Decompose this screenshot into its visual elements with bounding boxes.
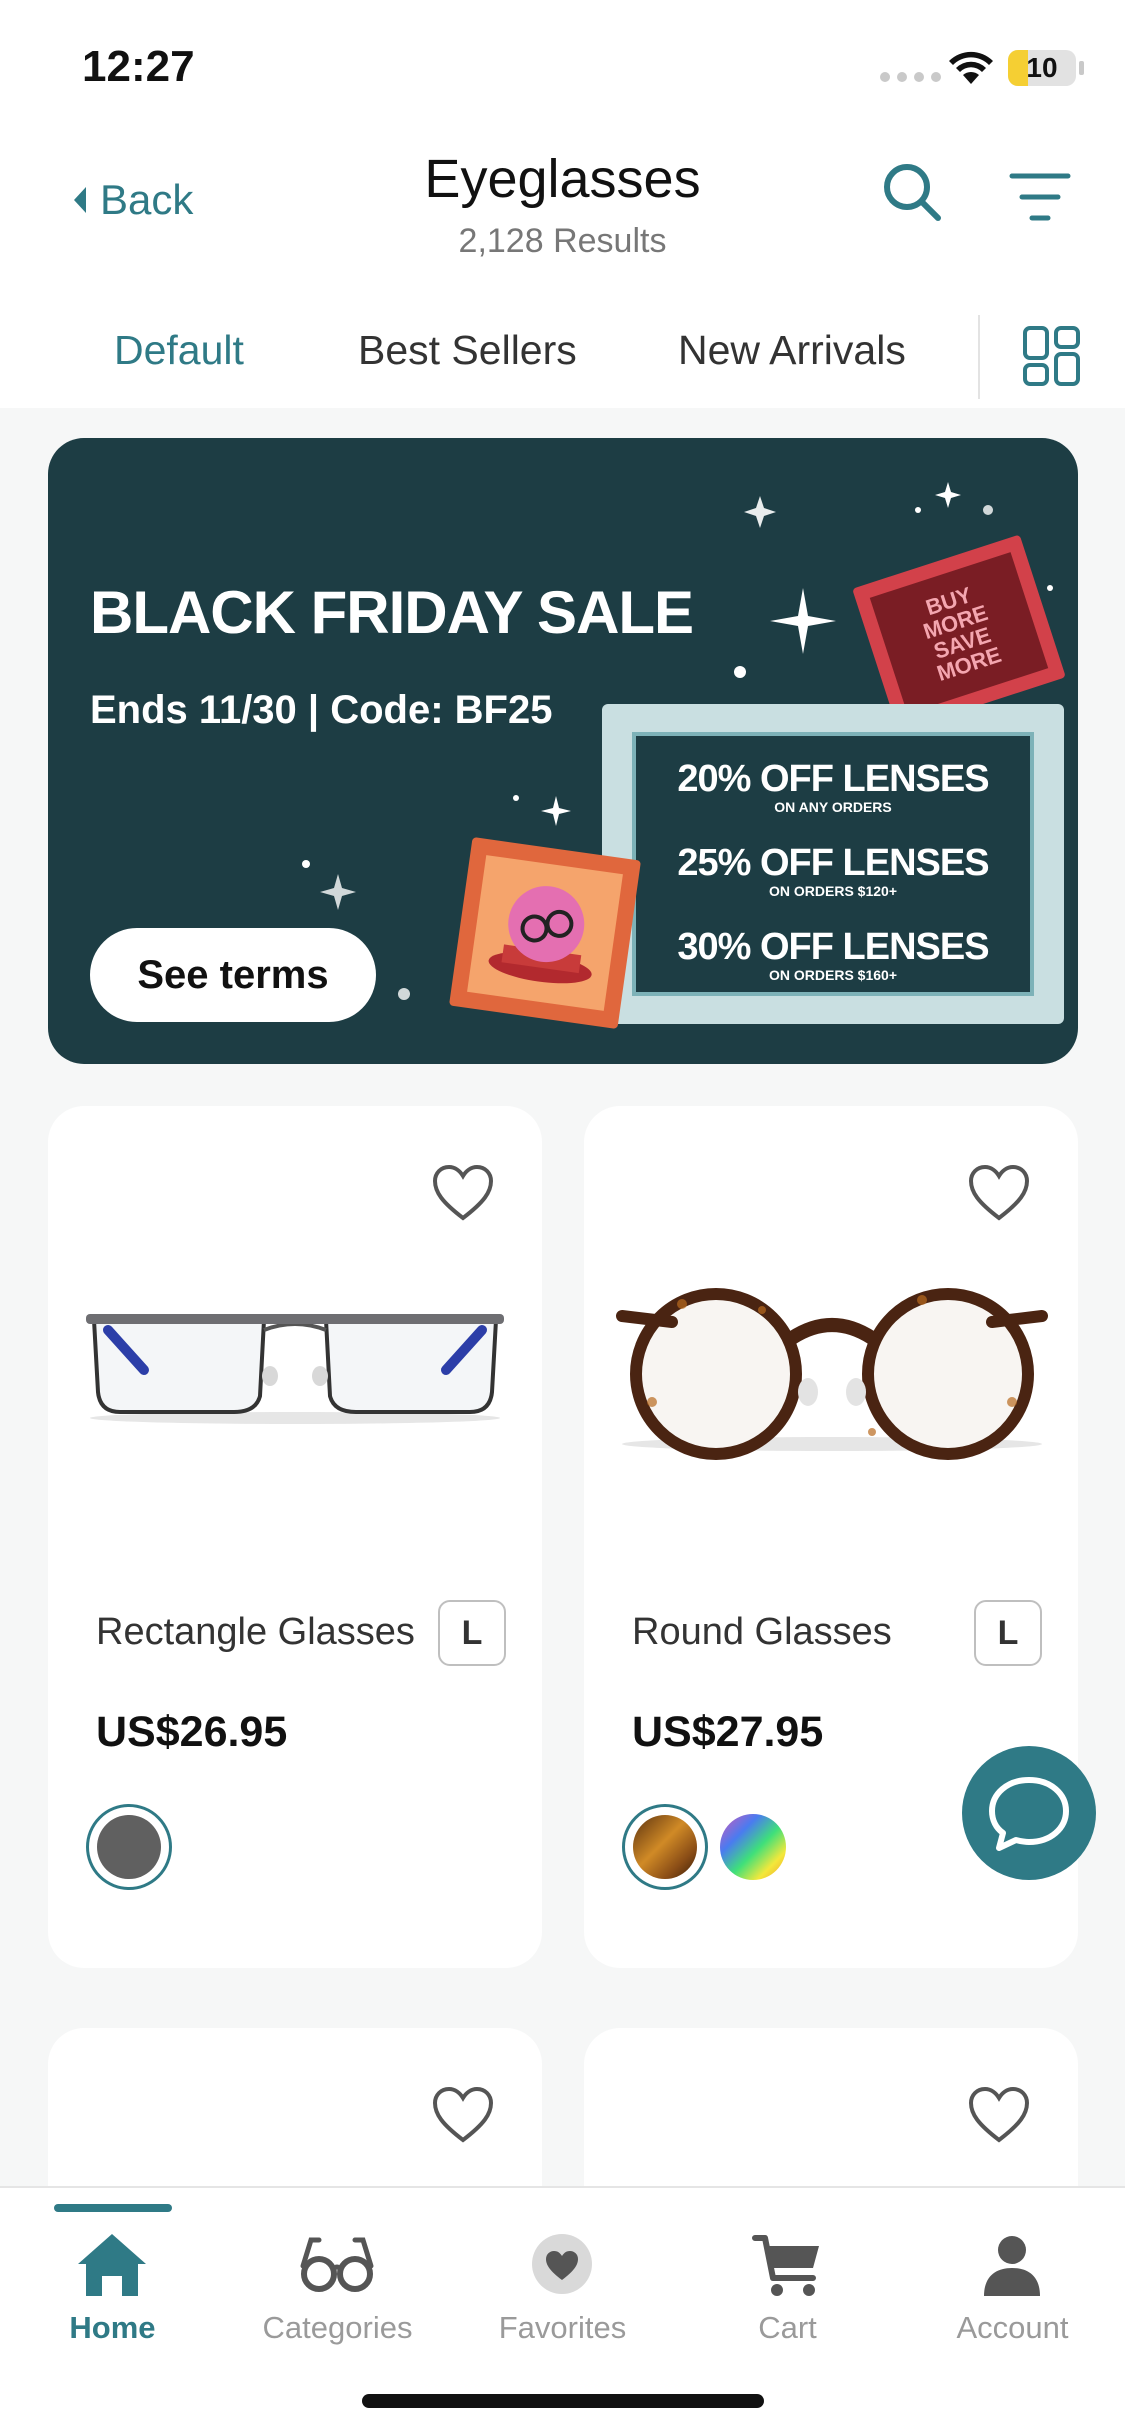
product-card[interactable]: Rectangle Glasses L US$26.95 (48, 1106, 542, 1968)
tab-new-arrivals[interactable]: New Arrivals (678, 327, 906, 374)
nav-label: Favorites (498, 2310, 627, 2345)
offer-headline: 30% OFF LENSES (677, 926, 989, 968)
offer-headline: 20% OFF LENSES (677, 758, 989, 800)
nav-label: Home (69, 2310, 156, 2345)
nav-categories[interactable]: Categories (225, 2218, 450, 2348)
account-icon (984, 2236, 1040, 2296)
results-count: 2,128 Results (458, 222, 667, 260)
color-swatch-selected[interactable] (86, 1804, 172, 1890)
offer-condition: ON ANY ORDERS (774, 799, 892, 815)
product-name: Rectangle Glasses (96, 1611, 415, 1653)
filter-icon[interactable] (1008, 170, 1072, 226)
nav-label: Account (956, 2310, 1069, 2345)
color-swatch-dot (97, 1815, 161, 1879)
offer-3: 30% OFF LENSES ON ORDERS $160+ (636, 926, 1030, 983)
black-friday-banner[interactable]: BLACK FRIDAY SALE Ends 11/30 | Code: BF2… (48, 438, 1078, 1064)
heart-icon[interactable] (968, 2086, 1030, 2144)
home-indicator[interactable] (362, 2394, 764, 2408)
offer-2: 25% OFF LENSES ON ORDERS $120+ (636, 842, 1030, 899)
heart-icon[interactable] (432, 1164, 494, 1222)
battery-tip (1079, 61, 1084, 75)
heart-icon[interactable] (968, 1164, 1030, 1222)
size-badge: L (974, 1600, 1042, 1666)
product-price: US$26.95 (96, 1708, 288, 1756)
tab-best-sellers[interactable]: Best Sellers (358, 327, 577, 374)
home-icon (78, 2234, 146, 2296)
size-badge: L (438, 1600, 506, 1666)
heart-icon (532, 2234, 592, 2294)
page-title: Eyeglasses (424, 149, 701, 209)
offer-1: 20% OFF LENSES ON ANY ORDERS (636, 758, 1030, 815)
nav-account[interactable]: Account (900, 2218, 1125, 2348)
tabs-divider (978, 315, 980, 399)
round-glasses-image (616, 1288, 1048, 1460)
banner-title: BLACK FRIDAY SALE (90, 579, 694, 646)
offer-condition: ON ORDERS $120+ (769, 883, 897, 899)
snow-globe-stamp (448, 836, 642, 1030)
cellular-signal-icon (880, 72, 941, 82)
status-time: 12:27 (82, 42, 195, 91)
nav-favorites[interactable]: Favorites (450, 2218, 675, 2348)
cart-icon (752, 2235, 819, 2296)
offer-headline: 25% OFF LENSES (677, 842, 989, 884)
nav-label: Categories (262, 2310, 413, 2345)
header: Back Eyeglasses 2,128 Results Default Be… (0, 130, 1125, 408)
product-price: US$27.95 (632, 1708, 824, 1756)
sort-tabs: Default Best Sellers New Arrivals (0, 305, 1125, 405)
grid-view-icon[interactable] (1022, 325, 1082, 387)
tab-default[interactable]: Default (114, 327, 244, 374)
color-swatch[interactable] (720, 1814, 786, 1880)
nav-active-indicator (54, 2204, 172, 2212)
see-terms-button[interactable]: See terms (90, 928, 376, 1022)
color-swatch-dot (633, 1815, 697, 1879)
rectangle-glasses-image (86, 1314, 504, 1424)
snow-globe-icon (488, 886, 592, 984)
glasses-icon (300, 2237, 374, 2292)
search-icon[interactable] (880, 160, 944, 224)
nav-home[interactable]: Home (0, 2218, 225, 2348)
color-swatch-selected[interactable] (622, 1804, 708, 1890)
battery-icon: 10 (1008, 50, 1076, 86)
heart-icon[interactable] (432, 2086, 494, 2144)
offer-condition: ON ORDERS $160+ (769, 967, 897, 983)
chat-bubble-icon (989, 1777, 1069, 1851)
lens-offers-stamp: 20% OFF LENSES ON ANY ORDERS 25% OFF LEN… (602, 704, 1064, 1024)
nav-label: Cart (758, 2310, 817, 2345)
nav-cart[interactable]: Cart (675, 2218, 900, 2348)
chat-button[interactable] (962, 1746, 1096, 1880)
product-name: Round Glasses (632, 1611, 892, 1653)
banner-subtitle: Ends 11/30 | Code: BF25 (90, 688, 553, 732)
battery-level: 10 (1026, 52, 1058, 83)
wifi-icon (949, 51, 993, 84)
status-bar: 12:27 10 (0, 0, 1125, 130)
